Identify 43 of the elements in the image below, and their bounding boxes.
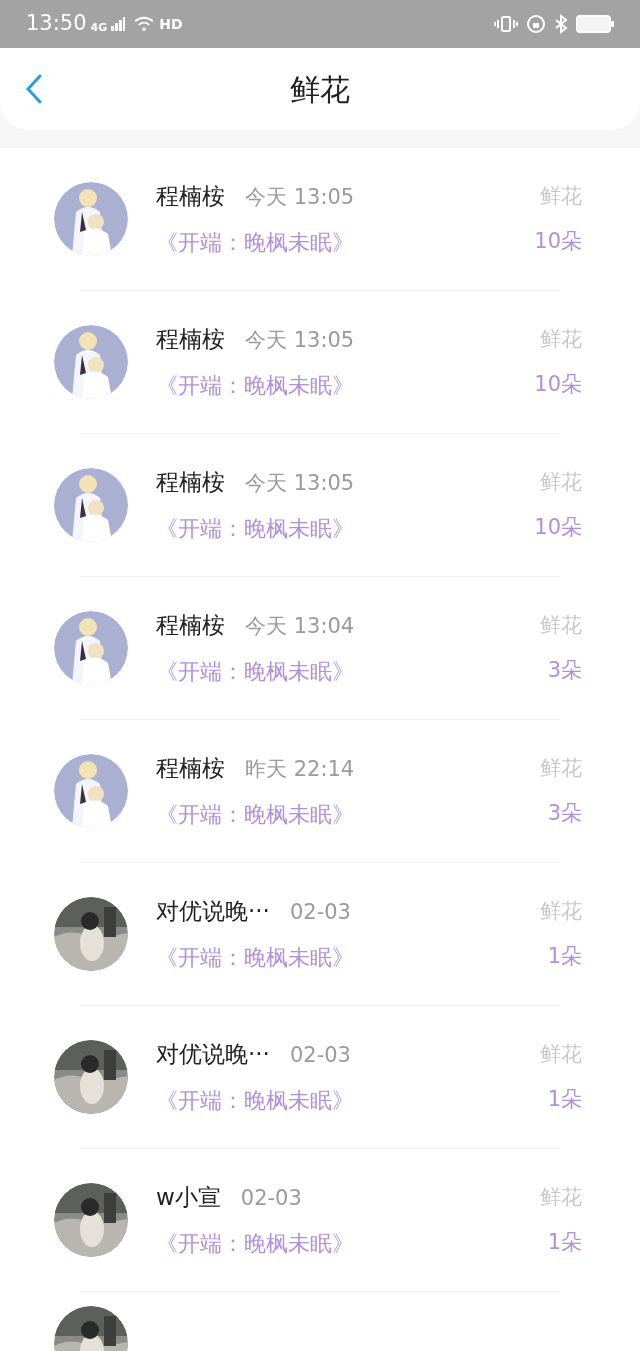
send-time: 02-03 (240, 1185, 302, 1213)
flower-count: 3朵 (547, 800, 582, 827)
flower-count: 10朵 (534, 371, 582, 398)
flower-count: 3朵 (547, 657, 582, 684)
signal-icon (111, 17, 126, 31)
wifi-icon (133, 16, 156, 32)
sender-name: 对优说晚··· (156, 897, 270, 927)
flower-count: 1朵 (547, 1086, 582, 1113)
sender-name: 程楠桉 (156, 325, 225, 355)
send-time: 02-03 (289, 899, 351, 927)
page-title: 鲜花 (290, 70, 350, 109)
battery-icon (576, 14, 614, 34)
sender-name: 程楠桉 (156, 182, 225, 212)
hd-label: HD (159, 14, 183, 34)
send-time: 今天 13:05 (245, 327, 355, 355)
work-title: 《开端：晚枫未眠》 (156, 371, 355, 400)
flower-count: 10朵 (534, 514, 582, 541)
sender-name: 程楠桉 (156, 468, 225, 498)
send-time: 02-03 (289, 1042, 351, 1070)
send-time: 今天 13:04 (245, 613, 355, 641)
sender-name: 对优说晚··· (156, 1040, 270, 1070)
work-title: 《开端：晚枫未眠》 (156, 943, 355, 972)
work-title: 《开端：晚枫未眠》 (156, 228, 355, 257)
work-title: 《开端：晚枫未眠》 (156, 514, 355, 543)
sender-name: 程楠桉 (156, 611, 225, 641)
work-title: 《开端：晚枫未眠》 (156, 657, 355, 686)
bluetooth-icon (554, 14, 568, 34)
send-time: 今天 13:05 (245, 470, 355, 498)
work-title: 《开端：晚枫未眠》 (156, 1229, 355, 1258)
sender-name: w小宣 (156, 1183, 221, 1213)
clock: 13:50 (26, 10, 87, 38)
flower-count: 1朵 (547, 943, 582, 970)
sender-name: 程楠桉 (156, 754, 225, 784)
send-time: 今天 13:05 (245, 184, 355, 212)
network-type: 4G (90, 20, 108, 37)
send-time: 昨天 22:14 (245, 756, 355, 784)
flower-count: 1朵 (547, 1229, 582, 1256)
work-title: 《开端：晚枫未眠》 (156, 800, 355, 829)
work-title: 《开端：晚枫未眠》 (156, 1086, 355, 1115)
vibrate-icon (494, 14, 518, 34)
flower-count: 10朵 (534, 228, 582, 255)
back-icon (26, 74, 42, 104)
rotation-lock-icon (526, 14, 546, 34)
